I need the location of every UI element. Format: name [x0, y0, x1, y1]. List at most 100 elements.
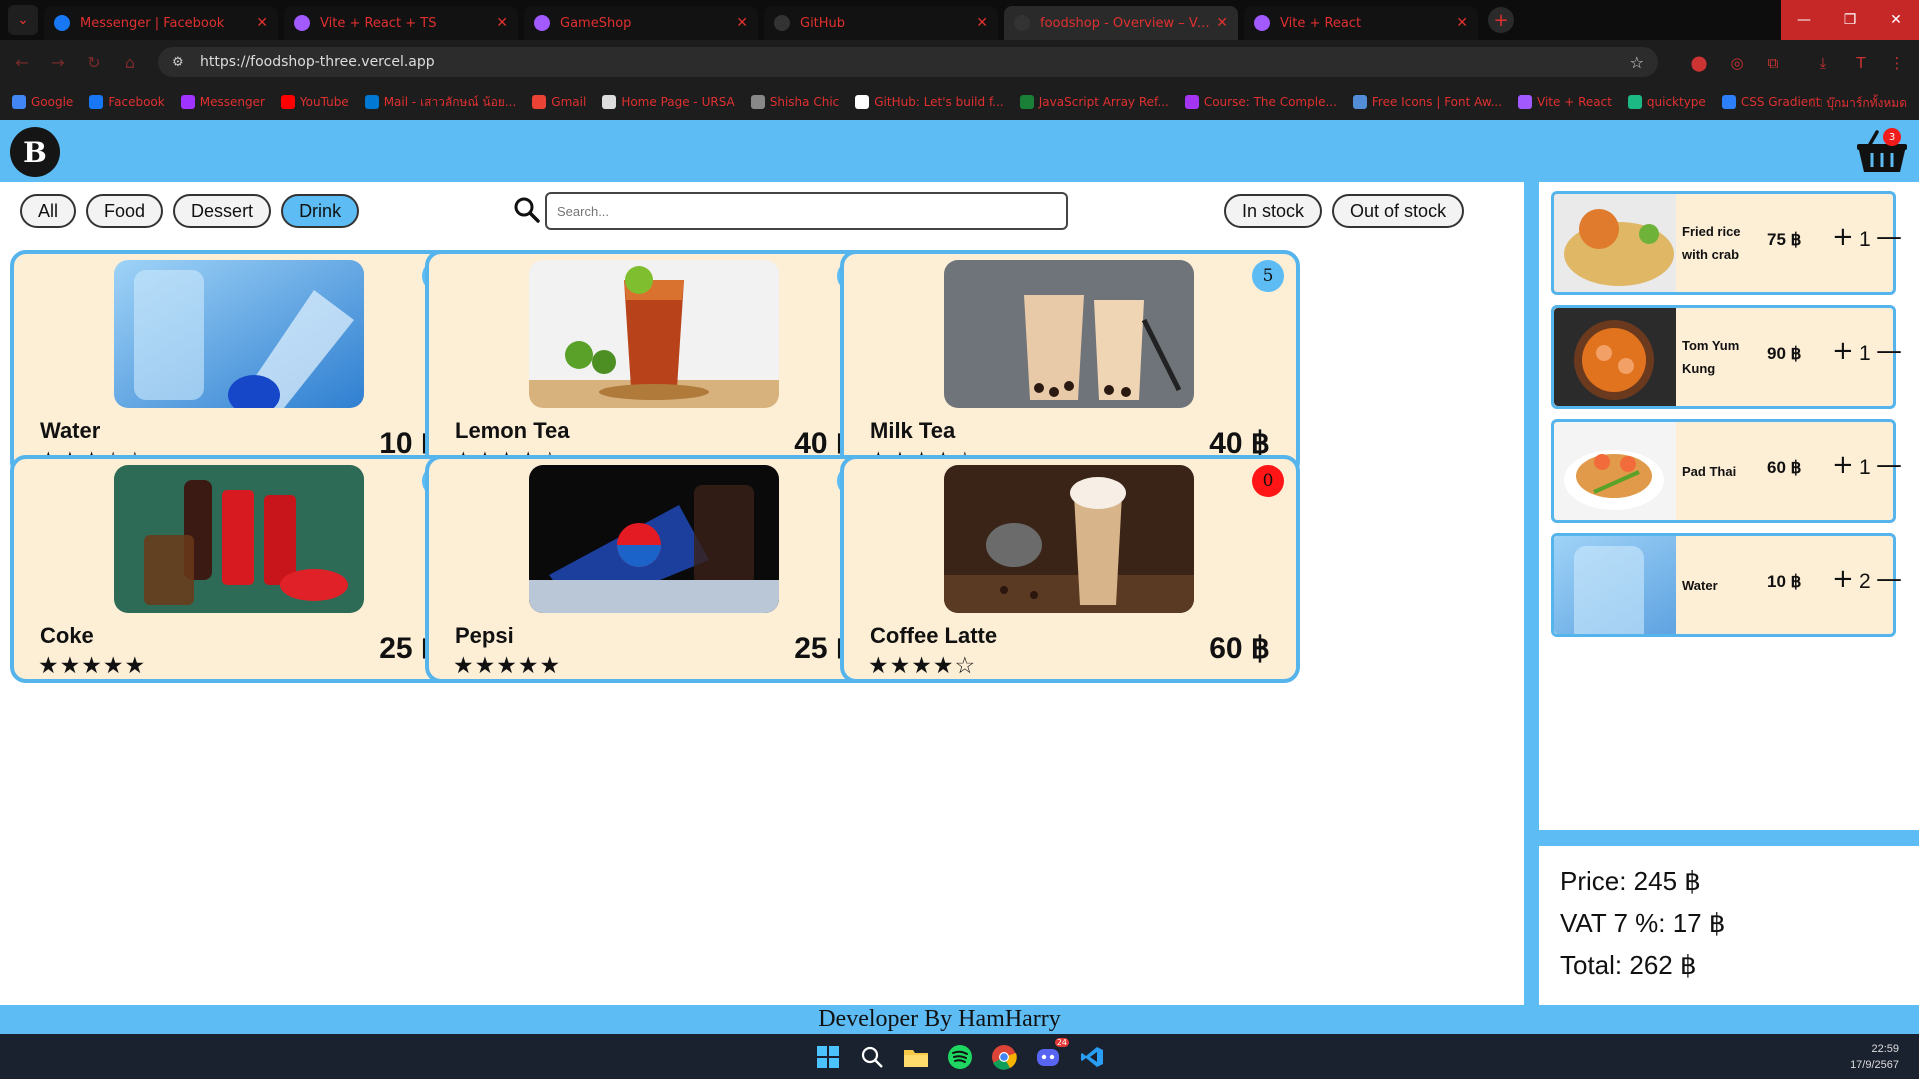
- browser-tab[interactable]: GitHub ✕: [764, 6, 998, 40]
- cart-count-badge: 3: [1883, 128, 1901, 146]
- cart-item-price: 60 ฿: [1767, 458, 1802, 477]
- bookmark-item[interactable]: GitHub: Let's build f...: [855, 93, 1004, 112]
- product-photo: [114, 465, 364, 613]
- url-bar[interactable]: ⚙ https://foodshop-three.vercel.app ☆: [158, 47, 1658, 77]
- download-icon[interactable]: ⤓: [1812, 52, 1834, 74]
- bookmark-item[interactable]: JavaScript Array Ref...: [1019, 93, 1169, 112]
- bookmark-item[interactable]: Home Page - URSA: [602, 93, 735, 112]
- home-icon[interactable]: ⌂: [116, 48, 144, 76]
- in-stock-filter[interactable]: In stock: [1224, 194, 1323, 228]
- stock-filters: In stock Out of stock: [1224, 194, 1465, 228]
- browser-tab[interactable]: GameShop ✕: [524, 6, 758, 40]
- file-explorer-icon[interactable]: [901, 1042, 931, 1072]
- increase-quantity-button[interactable]: +: [1832, 336, 1854, 366]
- tab-title: foodshop - Overview – Vercel: [1040, 15, 1211, 31]
- product-card[interactable]: 5Lemon Tea★★★★☆40 ฿: [425, 250, 885, 478]
- restore-button[interactable]: ❐: [1827, 0, 1873, 40]
- close-window-button[interactable]: ✕: [1873, 0, 1919, 40]
- category-filter-all[interactable]: All: [20, 194, 77, 228]
- tab-search-chevron-icon[interactable]: ⌄: [8, 5, 38, 35]
- site-info-icon[interactable]: ⚙: [172, 55, 190, 70]
- discord-badge: 24: [1054, 1038, 1069, 1047]
- close-tab-icon[interactable]: ✕: [256, 15, 268, 31]
- bookmark-favicon-icon: [602, 95, 617, 109]
- category-filter-food[interactable]: Food: [86, 194, 164, 228]
- all-bookmarks-folder[interactable]: 🗀 บุ๊กมาร์กทั้งหมด: [1811, 94, 1907, 115]
- reload-icon[interactable]: ↻: [80, 48, 108, 76]
- close-tab-icon[interactable]: ✕: [1216, 15, 1228, 31]
- category-filter-drink[interactable]: Drink: [281, 194, 360, 228]
- bookmark-item[interactable]: Vite + React: [1518, 93, 1612, 112]
- browser-tab[interactable]: foodshop - Overview – Vercel ✕: [1004, 6, 1238, 40]
- taskbar-search-icon[interactable]: [857, 1042, 887, 1072]
- decrease-quantity-button[interactable]: —: [1876, 336, 1902, 366]
- discord-icon[interactable]: 24: [1033, 1038, 1069, 1072]
- new-tab-button[interactable]: +: [1488, 7, 1514, 33]
- decrease-quantity-button[interactable]: —: [1876, 564, 1902, 594]
- cart-item-quantity: 1: [1859, 342, 1871, 365]
- bookmark-item[interactable]: Gmail: [532, 93, 586, 112]
- extensions-puzzle-icon[interactable]: ⧉: [1762, 52, 1784, 74]
- bookmark-item[interactable]: YouTube: [280, 93, 349, 112]
- category-filter-dessert[interactable]: Dessert: [173, 194, 272, 228]
- cart-list: Fried rice with crab 75 ฿ +1— Tom Yum Kung 9…: [1539, 182, 1919, 830]
- cart-button[interactable]: 3: [1855, 126, 1909, 176]
- vscode-icon[interactable]: [1077, 1042, 1107, 1072]
- back-icon[interactable]: ←: [8, 48, 36, 76]
- browser-tab[interactable]: Vite + React + TS ✕: [284, 6, 518, 40]
- increase-quantity-button[interactable]: +: [1832, 222, 1854, 252]
- browser-menu-icon[interactable]: ⋮: [1886, 52, 1908, 74]
- address-toolbar: ← → ↻ ⌂ ⚙ https://foodshop-three.vercel.…: [0, 40, 1919, 84]
- forward-icon[interactable]: →: [44, 48, 72, 76]
- bookmark-item[interactable]: Shisha Chic: [750, 93, 839, 112]
- product-card[interactable]: 10Water★★★☆☆10 ฿: [10, 250, 470, 478]
- product-card[interactable]: 10Pepsi★★★★★25 ฿: [425, 455, 885, 683]
- system-clock[interactable]: 22:59 17/9/2567: [1850, 1041, 1899, 1073]
- bookmark-item[interactable]: Google: [12, 93, 73, 112]
- product-photo: [114, 260, 364, 408]
- bookmark-item[interactable]: Messenger: [180, 93, 265, 112]
- bookmark-item[interactable]: quicktype: [1627, 93, 1706, 112]
- bookmark-item[interactable]: Mail - เสาวลักษณ์ น้อย...: [364, 93, 516, 112]
- bookmark-item[interactable]: Facebook: [89, 93, 165, 112]
- vercel-icon: [1014, 15, 1030, 31]
- decrease-quantity-button[interactable]: —: [1876, 450, 1902, 480]
- product-name: Milk Tea: [870, 418, 956, 443]
- browser-tab-bar: ⌄ Messenger | Facebook ✕ Vite + React + TS…: [0, 0, 1919, 40]
- browser-tab[interactable]: Vite + React ✕: [1244, 6, 1478, 40]
- close-tab-icon[interactable]: ✕: [976, 15, 988, 31]
- minimize-button[interactable]: —: [1781, 0, 1827, 40]
- extension-icon[interactable]: ◎: [1726, 52, 1748, 74]
- bookmark-item[interactable]: Free Icons | Font Aw...: [1352, 93, 1502, 112]
- tab-title: GitHub: [800, 15, 846, 31]
- extension-icon[interactable]: ⬤: [1688, 52, 1710, 74]
- increase-quantity-button[interactable]: +: [1832, 450, 1854, 480]
- increase-quantity-button[interactable]: +: [1832, 564, 1854, 594]
- brand-logo[interactable]: B: [10, 127, 60, 177]
- bookmarks-bar: Google Facebook Messenger YouTube Mail - เสา…: [0, 84, 1919, 120]
- profile-icon[interactable]: T: [1850, 52, 1872, 74]
- search-input[interactable]: [545, 192, 1068, 230]
- spotify-icon[interactable]: [945, 1042, 975, 1072]
- out-of-stock-filter[interactable]: Out of stock: [1332, 194, 1465, 228]
- bookmark-favicon-icon: [1184, 95, 1199, 109]
- close-tab-icon[interactable]: ✕: [736, 15, 748, 31]
- decrease-quantity-button[interactable]: —: [1876, 222, 1902, 252]
- windows-start-icon[interactable]: [813, 1042, 843, 1072]
- product-card[interactable]: 0 Coffee Latte ★★★★☆ 60 ฿: [840, 455, 1300, 683]
- product-name: Water: [40, 418, 101, 443]
- bookmark-star-icon[interactable]: ☆: [1630, 53, 1644, 72]
- bookmark-item[interactable]: Course: The Comple...: [1184, 93, 1337, 112]
- product-card[interactable]: 5Milk Tea★★★★☆40 ฿: [840, 250, 1300, 478]
- windows-taskbar: 24 22:59 17/9/2567: [0, 1034, 1919, 1079]
- close-tab-icon[interactable]: ✕: [1456, 15, 1468, 31]
- tab-title: Vite + React + TS: [320, 15, 437, 31]
- cart-item-photo: [1554, 194, 1676, 292]
- product-card[interactable]: 12Coke★★★★★25 ฿: [10, 455, 470, 683]
- close-tab-icon[interactable]: ✕: [496, 15, 508, 31]
- browser-tab[interactable]: Messenger | Facebook ✕: [44, 6, 278, 40]
- chrome-icon[interactable]: [989, 1042, 1019, 1072]
- vite-icon: [294, 15, 310, 31]
- bookmark-item[interactable]: CSS Gradient: [1721, 93, 1821, 112]
- cart-item-photo: [1554, 308, 1676, 406]
